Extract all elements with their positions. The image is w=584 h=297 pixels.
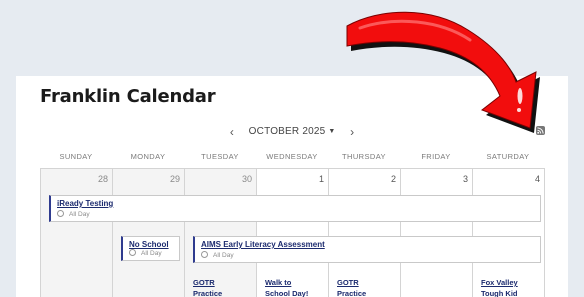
red-curved-arrow-icon	[346, 11, 540, 133]
